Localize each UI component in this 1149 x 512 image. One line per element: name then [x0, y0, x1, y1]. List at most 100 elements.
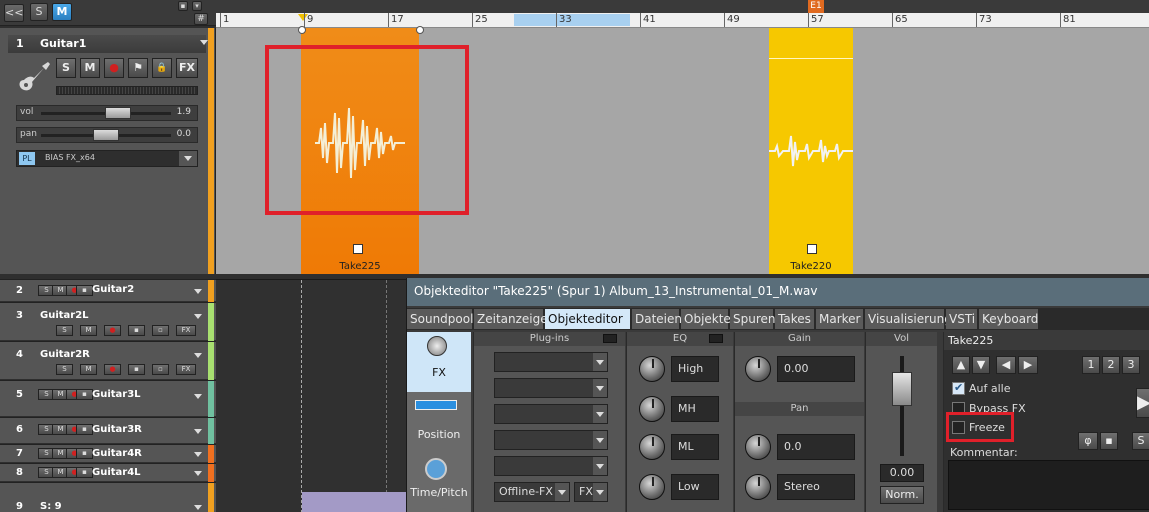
track-header-8[interactable]: 8 S M ● ▪ Guitar4L [0, 463, 216, 482]
take-number-2[interactable]: 2 [1102, 356, 1120, 374]
mute-button[interactable]: M [80, 58, 100, 78]
record-button[interactable]: ● [104, 58, 124, 78]
chevron-down-icon[interactable] [194, 452, 202, 457]
plugin-slot-3[interactable] [494, 404, 608, 424]
lock-icon[interactable] [807, 244, 817, 254]
volume-line[interactable] [769, 58, 853, 59]
plugin-slot-5[interactable] [494, 456, 608, 476]
chevron-down-icon[interactable] [194, 505, 202, 510]
phase-button[interactable]: φ [1078, 432, 1098, 450]
gain-value[interactable]: 0.00 [777, 356, 855, 382]
volume-thumb[interactable] [105, 107, 132, 119]
pan-thumb[interactable] [93, 129, 119, 141]
track-name[interactable]: Guitar4R [92, 448, 142, 459]
chevron-down-icon[interactable] [194, 394, 202, 399]
fx-select[interactable]: FX [574, 482, 608, 502]
eq-low-knob[interactable] [639, 474, 665, 500]
solo-button[interactable]: S [56, 58, 76, 78]
track-name[interactable]: Guitar4L [92, 467, 141, 478]
normalize-button[interactable]: Norm. [880, 486, 924, 504]
arrow-left-icon[interactable]: ◀ [996, 356, 1016, 374]
fx-button[interactable]: FX [176, 364, 196, 375]
comment-field[interactable] [948, 460, 1149, 510]
monitor-button[interactable]: ▪ [128, 364, 145, 375]
arrow-up-icon[interactable]: ▲ [952, 356, 970, 374]
arrow-right-icon[interactable]: ▶ [1018, 356, 1038, 374]
tab-objekte[interactable]: Objekte [681, 309, 731, 329]
tab-zeitanzeige[interactable]: Zeitanzeige [474, 309, 548, 329]
track-name[interactable]: S: 9 [40, 501, 62, 512]
track-name[interactable]: Guitar2R [40, 349, 90, 360]
tab-objekteditor[interactable]: Objekteditor × [545, 309, 631, 346]
eq-band-ml[interactable]: ML [639, 434, 719, 460]
marker-e1[interactable]: E1 [808, 0, 824, 13]
pan-slider-row[interactable]: pan 0.0 [16, 127, 198, 143]
pan-mode-value[interactable]: Stereo [777, 474, 855, 500]
lock-icon[interactable]: ▪ [1100, 432, 1118, 450]
track-header-4[interactable]: 4 Guitar2R S M ● ▪ ▫ FX [0, 341, 216, 380]
auf-alle-checkbox[interactable]: ✔ [952, 381, 965, 395]
solo-take-button[interactable]: S [1132, 432, 1149, 450]
track-name[interactable]: Guitar1 [40, 37, 86, 50]
track-name[interactable]: Guitar3R [92, 424, 142, 435]
eq-band-mh[interactable]: MH [639, 396, 719, 422]
track-header-2[interactable]: 2 S M ● ▪ Guitar2 [0, 279, 216, 302]
record-button[interactable]: ● [104, 325, 121, 336]
plugin-badge[interactable]: PL [19, 152, 35, 165]
monitor-button[interactable]: ▪ [76, 448, 93, 459]
lock-button[interactable]: 🔒 [152, 58, 172, 78]
monitor-button[interactable]: ▪ [76, 424, 93, 435]
sidebar-item-fx[interactable]: FX [407, 332, 471, 392]
plugin-slot[interactable]: PL BIAS FX_x64 [16, 150, 198, 167]
tab-dateien[interactable]: Dateien [632, 309, 682, 329]
mute-button[interactable]: M [80, 364, 97, 375]
track-name[interactable]: Guitar2 [92, 284, 134, 295]
pan-mode-control[interactable]: Stereo [745, 474, 855, 500]
volume-value[interactable]: 0.00 [880, 464, 924, 482]
pan-control[interactable]: 0.0 [745, 434, 855, 460]
pan-knob[interactable] [745, 434, 771, 460]
grid-button[interactable]: # [194, 13, 208, 25]
monitor-button[interactable]: ▪ [76, 285, 93, 296]
track-header-9[interactable]: 9 S: 9 [0, 482, 216, 512]
plugin-dropdown-button[interactable] [179, 151, 197, 166]
monitor-button[interactable]: ▪ [128, 325, 145, 336]
track-header-6[interactable]: 6 S M ● ▪ Guitar3R [0, 417, 216, 444]
chevron-down-icon[interactable] [194, 471, 202, 476]
volume-fader-thumb[interactable] [892, 372, 912, 406]
volume-slider-row[interactable]: vol 1.9 [16, 105, 198, 121]
tab-spuren[interactable]: Spuren [730, 309, 776, 329]
chevron-down-icon[interactable] [194, 353, 202, 358]
play-icon[interactable]: ▶ [1136, 388, 1149, 418]
volume-fader-track[interactable] [900, 356, 904, 456]
global-solo-button[interactable]: S [30, 3, 48, 21]
monitor-button[interactable]: ⚑ [128, 58, 148, 78]
track-title-bar[interactable]: 1 Guitar1 [8, 35, 208, 53]
monitor-button[interactable]: ▪ [76, 467, 93, 478]
lower-track-lanes[interactable] [216, 279, 406, 512]
lock-button[interactable]: ▫ [152, 325, 169, 336]
tab-marker[interactable]: Marker [816, 309, 864, 329]
chevron-down-icon[interactable] [194, 429, 202, 434]
pan-value[interactable]: 0.0 [777, 434, 855, 460]
chevron-down-icon[interactable] [200, 40, 208, 45]
sidebar-item-time-pitch[interactable]: Time/Pitch [407, 452, 471, 512]
chevron-down-icon[interactable] [194, 289, 202, 294]
track-header-3[interactable]: 3 Guitar2L S M ● ▪ ▫ FX [0, 302, 216, 341]
lock-icon[interactable]: ▪ [178, 1, 188, 11]
fx-button[interactable]: FX [176, 58, 198, 78]
fade-out-handle[interactable] [416, 26, 424, 34]
eq-high-knob[interactable] [639, 356, 665, 382]
lock-button[interactable]: ▫ [152, 364, 169, 375]
tab-visualisierung[interactable]: Visualisierung [865, 309, 952, 329]
gain-knob[interactable] [745, 356, 771, 382]
audio-clip-take220[interactable]: Take220 [769, 28, 853, 274]
eq-band-high[interactable]: High [639, 356, 719, 382]
tab-takes[interactable]: Takes [775, 309, 815, 329]
track-header-7[interactable]: 7 S M ● ▪ Guitar4R [0, 444, 216, 463]
record-button[interactable]: ● [104, 364, 121, 375]
plugins-power-button[interactable] [603, 334, 617, 343]
lock-icon[interactable] [353, 244, 363, 254]
solo-button[interactable]: S [56, 325, 73, 336]
sidebar-item-position[interactable]: Position [407, 392, 471, 452]
